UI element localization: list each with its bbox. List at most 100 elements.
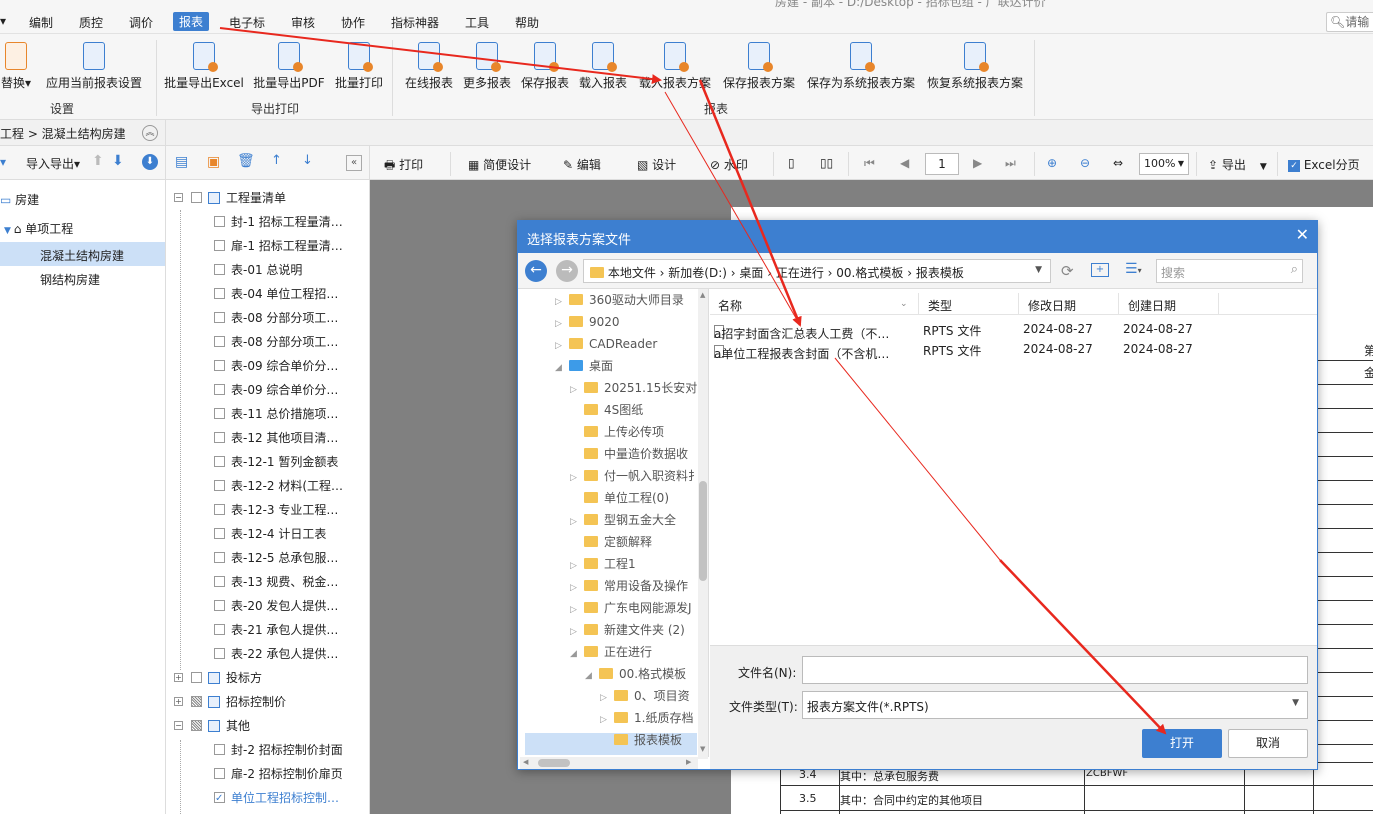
folder-item[interactable]: ▷ 型钢五金大全 — [570, 509, 676, 531]
report-item[interactable]: 表-04 单位工程招… — [214, 284, 338, 304]
scroll-right-icon[interactable]: ▶ — [686, 758, 691, 766]
collapse-panel-icon[interactable]: « — [346, 155, 362, 171]
folder-item[interactable]: ▷ 新建文件夹 (2) — [570, 619, 685, 641]
checkbox[interactable] — [214, 360, 225, 371]
report-item[interactable]: 表-12-3 专业工程… — [214, 500, 338, 520]
menu-report[interactable]: 报表 — [173, 12, 210, 31]
column-name[interactable]: 名称 — [718, 297, 742, 314]
checkbox[interactable] — [214, 528, 225, 539]
forward-icon[interactable]: → — [556, 260, 578, 282]
first-page-icon[interactable]: ⏮ — [864, 156, 875, 171]
folder-item[interactable]: 4S图纸 — [570, 399, 643, 421]
report-item[interactable]: 表-01 总说明 — [214, 260, 302, 280]
expand-arrow-icon[interactable]: ▷ — [570, 511, 584, 533]
simple-design-button[interactable]: ▦ 简便设计 — [468, 156, 531, 173]
checkbox[interactable] — [214, 624, 225, 635]
report-group[interactable]: + 招标控制价 — [174, 692, 286, 712]
report-item[interactable]: 表-12 其他项目清… — [214, 428, 338, 448]
filename-input[interactable] — [802, 656, 1308, 684]
checkbox[interactable] — [214, 240, 225, 251]
path-segment[interactable]: 报表模板 — [916, 266, 964, 280]
dialog-search-input[interactable]: 搜索 ⌕ — [1156, 259, 1303, 283]
move-down-icon[interactable]: ↓ — [302, 153, 313, 168]
save-report-scheme-button[interactable]: 保存报表方案 — [721, 40, 797, 91]
report-item[interactable]: 表-09 综合单价分… — [214, 356, 338, 376]
expand-arrow-icon[interactable]: ▷ — [570, 577, 584, 599]
menu-help[interactable]: 帮助 — [515, 14, 539, 31]
batch-export-pdf-button[interactable]: 批量导出PDF — [253, 40, 325, 91]
report-item[interactable]: 表-21 承包人提供… — [214, 620, 338, 640]
file-row[interactable]: a单位工程报表含封面（不含机… RPTS 文件 2024-08-27 2024-… — [710, 339, 1317, 361]
report-item[interactable]: 表-08 分部分项工… — [214, 308, 338, 328]
report-item[interactable]: 表-11 总价措施项… — [214, 404, 338, 424]
zoom-select[interactable]: 100% ▼ — [1139, 153, 1189, 175]
replace-button[interactable]: 替换▾ — [0, 40, 38, 91]
menu-zhikong[interactable]: 质控 — [79, 14, 103, 31]
expand-all-icon[interactable]: ⬇ — [142, 154, 158, 170]
report-item[interactable]: 扉-1 招标工程量清… — [214, 236, 343, 256]
column-type[interactable]: 类型 — [928, 297, 952, 314]
checkbox[interactable] — [214, 648, 225, 659]
expanded-arrow-icon[interactable]: ◢ — [570, 643, 584, 665]
refresh-icon[interactable]: ⟳ — [1061, 262, 1074, 280]
search-input[interactable]: 🔍︎请输 — [1326, 12, 1373, 32]
menu-dropdown-icon[interactable]: ▾ — [0, 14, 6, 28]
expand-arrow-icon[interactable]: ▷ — [555, 291, 569, 313]
report-item[interactable]: 表-20 发包人提供… — [214, 596, 338, 616]
checkbox[interactable] — [214, 504, 225, 515]
report-item[interactable]: 单位工程招标控制… — [214, 788, 339, 809]
new-folder-icon[interactable]: + — [1091, 263, 1109, 277]
path-breadcrumb[interactable]: 本地文件 › 新加卷(D:) › 桌面 › 正在进行 › 00.格式模板 › 报… — [583, 259, 1051, 283]
checkbox[interactable] — [214, 288, 225, 299]
path-segment[interactable]: 新加卷(D:) — [668, 266, 727, 280]
path-segment[interactable]: 本地文件 — [608, 266, 656, 280]
report-item[interactable]: 封-2 招标控制价封面 — [214, 740, 343, 760]
checkbox[interactable] — [214, 600, 225, 611]
path-segment[interactable]: 桌面 — [739, 266, 763, 280]
folder-item[interactable]: ▷ 0、项目资 — [600, 685, 690, 707]
checkbox[interactable] — [214, 408, 225, 419]
page-number-input[interactable]: 1 — [925, 153, 959, 175]
scroll-up-icon[interactable]: ▲ — [700, 291, 705, 299]
report-item[interactable]: 表-12-1 暂列金额表 — [214, 452, 338, 472]
folder-item[interactable]: 定额解释 — [570, 531, 652, 553]
add-folder-icon[interactable]: ▣ — [207, 154, 220, 170]
folder-item[interactable]: ▷ 9020 — [555, 311, 620, 333]
add-report-icon[interactable]: ▤ — [175, 154, 188, 170]
report-item[interactable]: 表-13 规费、税金… — [214, 572, 338, 592]
zoom-in-icon[interactable]: ⊕ — [1047, 156, 1057, 170]
folder-item[interactable]: ◢ 00.格式模板 — [585, 663, 686, 685]
expand-arrow-icon[interactable]: ▷ — [570, 379, 584, 401]
export-button[interactable]: ⇪ 导出 ▼ — [1208, 156, 1267, 173]
batch-print-button[interactable]: 批量打印 — [333, 40, 385, 91]
checkbox[interactable] — [214, 576, 225, 587]
report-group[interactable]: − 其他 — [174, 716, 250, 736]
checkbox[interactable] — [191, 192, 202, 203]
folder-item[interactable]: ▷ 广东电网能源发J — [570, 597, 692, 619]
fit-width-icon[interactable]: ⇔ — [1113, 156, 1123, 170]
apply-report-settings-button[interactable]: 应用当前报表设置 — [44, 40, 144, 91]
checkbox[interactable] — [214, 312, 225, 323]
menu-bianzhi[interactable]: 编制 — [29, 14, 53, 31]
report-item[interactable]: 表-08 分部分项工… — [214, 332, 338, 352]
back-icon[interactable]: ← — [525, 260, 547, 282]
online-report-button[interactable]: 在线报表 — [404, 40, 454, 91]
expand-arrow-icon[interactable]: ▷ — [570, 621, 584, 643]
report-item[interactable]: 扉-2 招标控制价扉页 — [214, 764, 343, 784]
folder-item[interactable]: ▷ 付一帆入职资料扌 — [570, 465, 700, 487]
print-button[interactable]: 🖶︎ 打印 — [384, 156, 423, 177]
folder-item[interactable]: ▷ 工程1 — [570, 553, 636, 575]
checkbox[interactable] — [214, 552, 225, 563]
cancel-button[interactable]: 取消 — [1228, 729, 1308, 758]
report-item[interactable]: 表-09 综合单价分… — [214, 380, 338, 400]
report-item[interactable]: 表-22 承包人提供… — [214, 644, 338, 664]
checkbox[interactable] — [214, 744, 225, 755]
last-page-icon[interactable]: ⏭ — [1005, 156, 1016, 171]
folder-item[interactable]: ◢ 正在进行 — [570, 641, 652, 663]
folder-item[interactable]: ▷ 20251.15长安对 — [570, 377, 697, 399]
folder-item[interactable]: 单位工程(0) — [570, 487, 669, 509]
folder-item[interactable]: ▷ 常用设备及操作 — [570, 575, 688, 597]
two-page-icon[interactable]: ▯▯ — [820, 156, 833, 170]
move-up-icon[interactable]: ⬆ — [92, 153, 104, 169]
expanded-arrow-icon[interactable]: ◢ — [555, 357, 569, 379]
